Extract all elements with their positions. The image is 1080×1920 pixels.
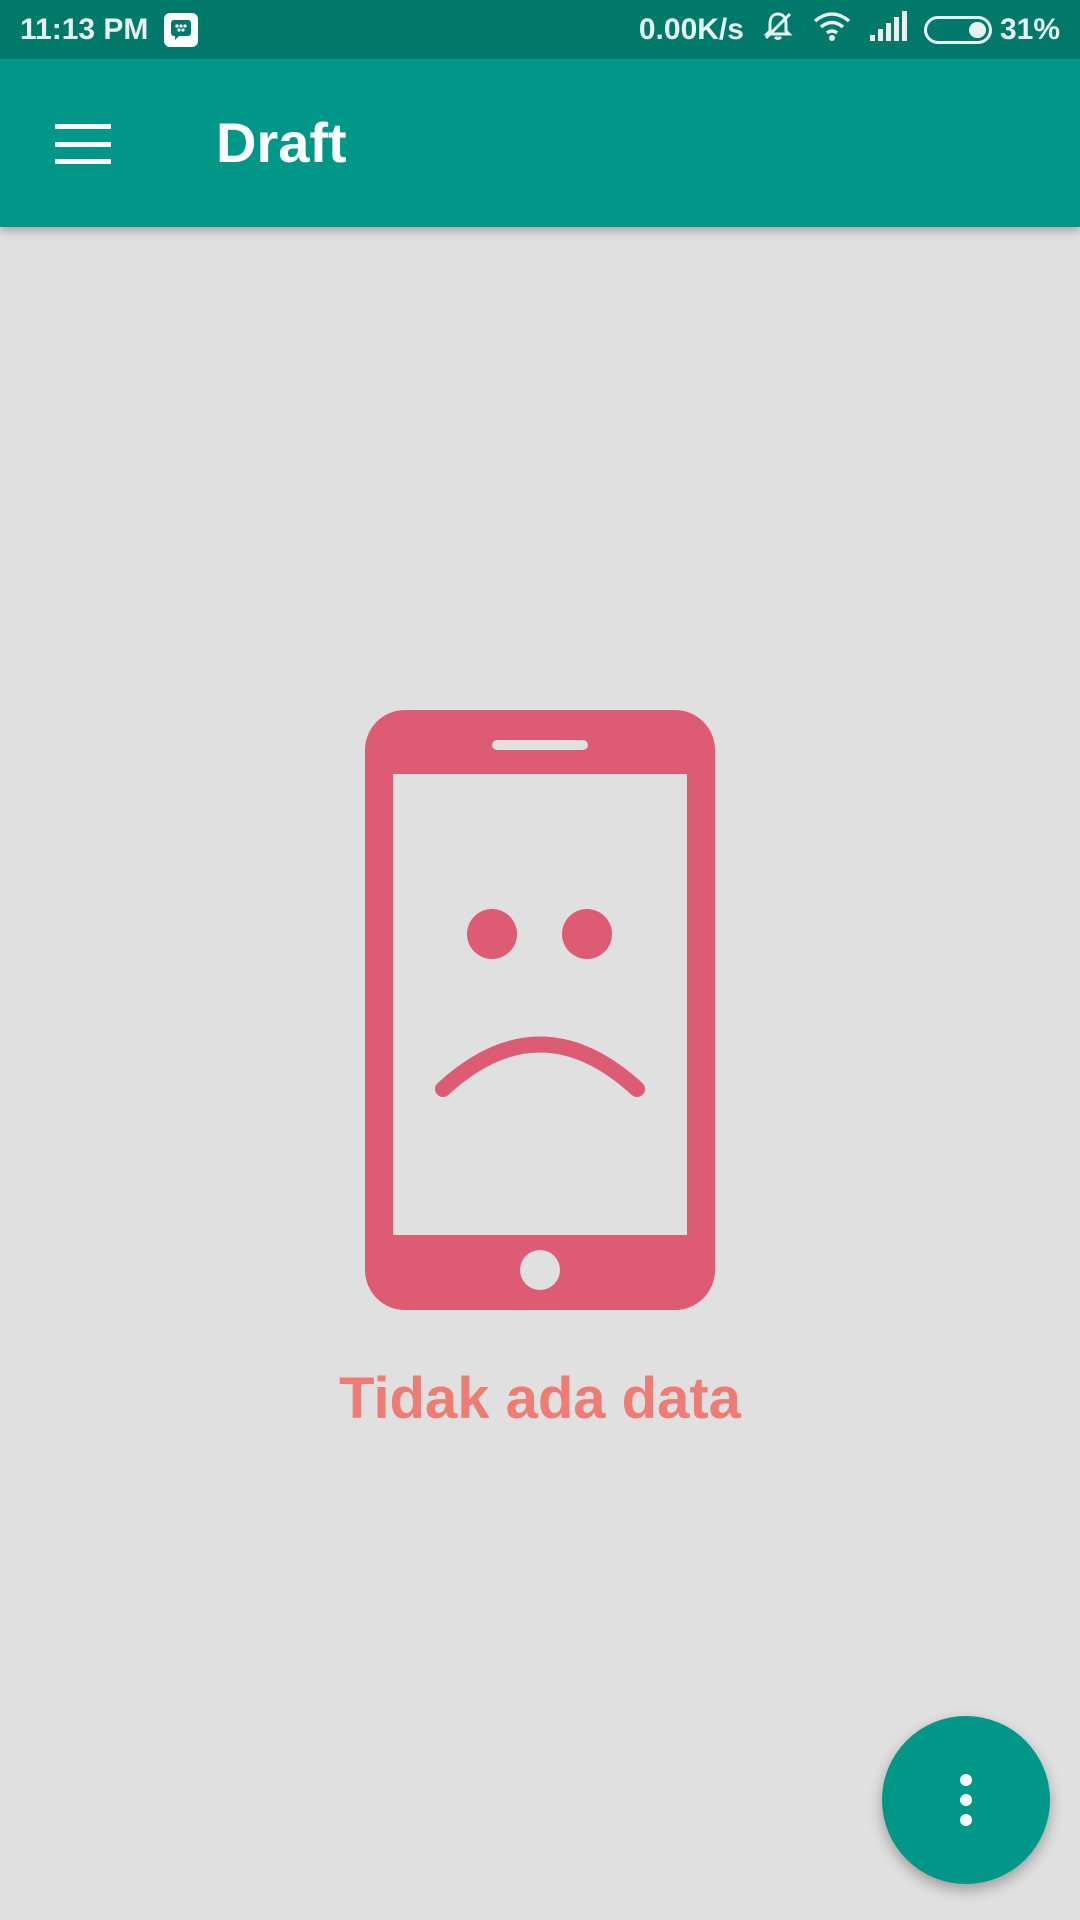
menu-button[interactable]	[38, 99, 128, 189]
fab-dot	[960, 1794, 972, 1806]
bbm-notification-icon	[164, 12, 199, 47]
more-vertical-icon	[960, 1774, 972, 1786]
more-options-fab[interactable]	[882, 1716, 1050, 1884]
sad-phone-icon	[365, 710, 715, 1310]
battery-indicator: 31%	[923, 12, 1060, 47]
wifi-icon	[812, 9, 852, 51]
battery-fill	[968, 21, 986, 38]
hamburger-menu-icon	[55, 124, 111, 164]
network-speed: 0.00K/s	[638, 12, 744, 46]
app-bar: Draft	[0, 59, 1080, 227]
empty-state-message: Tidak ada data	[339, 1366, 741, 1431]
battery-icon	[923, 15, 992, 44]
battery-percent: 31%	[999, 12, 1060, 46]
status-right: 0.00K/s 31%	[639, 8, 1060, 52]
status-left: 11:13 PM	[20, 12, 199, 47]
status-bar: 11:13 PM 0.00K/s 31%	[0, 0, 1080, 59]
signal-icon	[868, 10, 908, 49]
page-title: Draft	[216, 111, 347, 174]
mute-bell-icon	[760, 8, 796, 52]
status-time: 11:13 PM	[20, 12, 149, 46]
fab-dot	[960, 1814, 972, 1826]
screen: 11:13 PM 0.00K/s 31% Draft Tidak ada dat…	[0, 0, 1080, 1920]
